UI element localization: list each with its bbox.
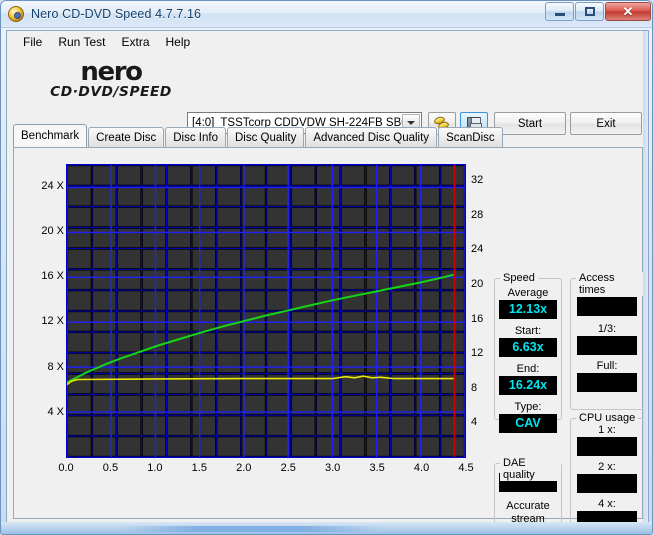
chart-ytick-right: 32 [471, 174, 484, 187]
speed-type-value: CAV [499, 414, 557, 433]
menu-bar: File Run Test Extra Help [7, 31, 648, 53]
logo-tagline-left: CD·DVD [50, 84, 114, 100]
speed-group: Speed Average 12.13x Start: 6.63x End: 1… [494, 272, 562, 433]
logo-wordmark: nero [80, 57, 143, 87]
chart-ytick-left: 4 X [47, 405, 64, 418]
transfer-rate-chart: 24 X 20 X 16 X 12 X 8 X 4 X 32 28 24 20 16 12 8 4 0.… [16, 150, 488, 474]
maximize-icon [584, 7, 595, 16]
chart-svg [67, 165, 465, 457]
access-full-value [577, 373, 637, 392]
tab-scandisc[interactable]: ScanDisc [438, 127, 503, 147]
title-bar: Nero CD-DVD Speed 4.7.7.16 ✕ [1, 1, 652, 28]
access-full-label: Full: [596, 360, 618, 372]
minimize-button[interactable] [545, 2, 574, 21]
chart-xtick: 4.0 [413, 462, 430, 474]
tab-create-disc[interactable]: Create Disc [88, 127, 165, 147]
cpu-2x-label: 2 x: [598, 461, 616, 473]
cpu-2x-value [577, 474, 637, 493]
window-controls: ✕ [545, 2, 651, 21]
close-icon: ✕ [622, 4, 634, 19]
access-times-group: Access times Random: 1/3: Full: [570, 272, 644, 410]
maximize-button[interactable] [575, 2, 604, 21]
chart-ytick-left: 24 X [41, 179, 64, 192]
menu-item-help[interactable]: Help [158, 32, 199, 52]
chart-xtick: 3.0 [325, 462, 341, 474]
client-area: File Run Test Extra Help nero CD·DVD∕SPE… [6, 30, 649, 534]
chart-ytick-left: 16 X [41, 270, 64, 283]
cpu-1x-value [577, 437, 637, 456]
window-bottom-edge [1, 522, 652, 534]
minimize-icon [554, 13, 565, 16]
chart-plot-area [66, 164, 466, 458]
menu-item-extra[interactable]: Extra [113, 32, 157, 52]
window-right-rail [643, 31, 648, 524]
tab-disc-info[interactable]: Disc Info [165, 127, 226, 147]
access-third-label: 1/3: [597, 323, 617, 335]
chart-xtick: 0.5 [102, 462, 119, 474]
chart-ytick-left: 20 X [41, 224, 64, 237]
menu-item-file[interactable]: File [15, 32, 50, 52]
chart-xtick: 2.0 [236, 462, 252, 474]
window-grip [121, 526, 381, 532]
chart-xtick: 2.5 [280, 462, 296, 474]
chart-ytick-right: 8 [471, 381, 478, 394]
chart-ytick-right: 28 [471, 208, 484, 221]
chart-xtick: 3.5 [369, 462, 385, 474]
chart-xtick: 4.5 [458, 462, 474, 474]
speed-start-value: 6.63x [499, 338, 557, 357]
access-third-value [577, 336, 637, 355]
application-window: Nero CD-DVD Speed 4.7.7.16 ✕ File Run Te… [0, 0, 653, 535]
chart-xtick: 1.5 [191, 462, 207, 474]
chart-ytick-right: 16 [471, 312, 484, 325]
access-times-group-label: Access times [576, 272, 643, 296]
chart-ytick-left: 8 X [47, 360, 64, 373]
chart-ytick-right: 4 [471, 416, 478, 429]
access-random-value [577, 297, 637, 316]
logo-tagline: CD·DVD∕SPEED [29, 85, 192, 100]
tab-bar: Benchmark Create Disc Disc Info Disc Qua… [13, 124, 643, 147]
speed-start-label: Start: [514, 325, 542, 337]
speed-end-value: 16.24x [499, 376, 557, 395]
benchmark-panel: 24 X 20 X 16 X 12 X 8 X 4 X 32 28 24 20 16 12 8 4 0.… [13, 147, 644, 534]
cpu-1x-label: 1 x: [598, 424, 616, 436]
speed-type-label: Type: [514, 401, 542, 413]
chart-xtick: 0.0 [58, 462, 74, 474]
chart-xtick: 1.0 [147, 462, 163, 474]
speed-group-label: Speed [500, 272, 538, 284]
tab-advanced-disc-quality[interactable]: Advanced Disc Quality [305, 127, 438, 147]
dae-quality-group-label: DAE quality [500, 457, 561, 481]
toolbar: nero CD·DVD∕SPEED [4:0] TSSTcorp CDDVDW … [7, 53, 648, 135]
close-button[interactable]: ✕ [605, 2, 651, 21]
speed-end-label: End: [516, 363, 540, 375]
speed-average-label: Average [507, 287, 549, 299]
chart-ytick-right: 12 [471, 347, 484, 360]
nero-logo: nero CD·DVD∕SPEED [29, 57, 192, 106]
speed-average-value: 12.13x [499, 300, 557, 319]
chart-ytick-left: 12 X [41, 315, 64, 328]
accurate-stream-label-line1: Accurate [506, 500, 550, 512]
window-title: Nero CD-DVD Speed 4.7.7.16 [31, 7, 202, 21]
cpu-4x-label: 4 x: [598, 498, 616, 510]
cpu-usage-group-label: CPU usage [576, 412, 639, 424]
menu-item-run-test[interactable]: Run Test [50, 32, 113, 52]
cpu-usage-group: CPU usage 1 x: 2 x: 4 x: 8 x: [570, 412, 644, 534]
chart-ytick-right: 20 [471, 278, 484, 291]
tab-disc-quality[interactable]: Disc Quality [227, 127, 305, 147]
logo-tagline-right: SPEED [119, 84, 172, 100]
chart-ytick-right: 24 [471, 243, 484, 256]
nero-disc-icon [8, 6, 24, 22]
tab-benchmark[interactable]: Benchmark [13, 124, 88, 147]
